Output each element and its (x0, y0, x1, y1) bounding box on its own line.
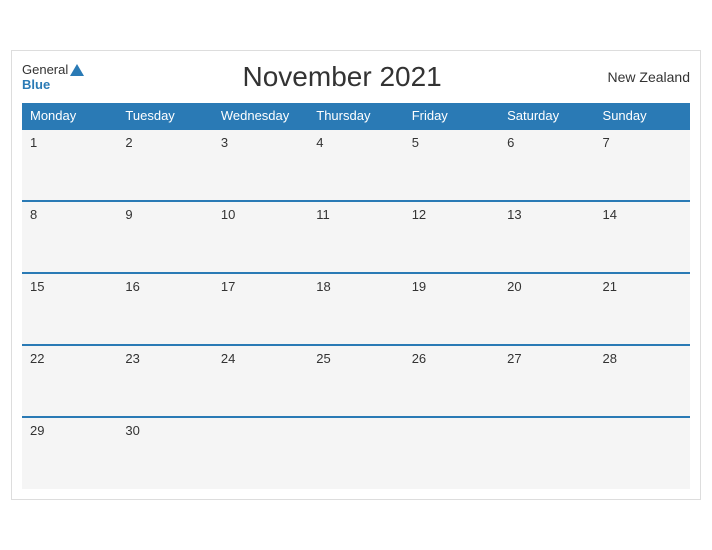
calendar-cell: 21 (595, 273, 690, 345)
date-number: 21 (603, 279, 617, 294)
calendar-cell (308, 417, 403, 489)
date-number: 25 (316, 351, 330, 366)
date-number: 23 (125, 351, 139, 366)
day-headers-row: MondayTuesdayWednesdayThursdayFridaySatu… (22, 103, 690, 129)
calendar-cell: 2 (117, 129, 212, 201)
calendar-cell: 27 (499, 345, 594, 417)
calendar-cell: 3 (213, 129, 308, 201)
date-number: 12 (412, 207, 426, 222)
logo-blue-text: Blue (22, 77, 50, 92)
calendar-title: November 2021 (84, 61, 600, 93)
date-number: 11 (316, 207, 330, 222)
week-row-5: 29 30 (22, 417, 690, 489)
date-number: 16 (125, 279, 139, 294)
day-header-wednesday: Wednesday (213, 103, 308, 129)
calendar-cell: 10 (213, 201, 308, 273)
week-row-2: 8 9 10 11 12 13 14 (22, 201, 690, 273)
date-number: 1 (30, 135, 37, 150)
day-header-sunday: Sunday (595, 103, 690, 129)
calendar-cell: 4 (308, 129, 403, 201)
calendar-cell: 20 (499, 273, 594, 345)
calendar-cell: 7 (595, 129, 690, 201)
calendar-cell: 22 (22, 345, 117, 417)
date-number: 22 (30, 351, 44, 366)
week-row-4: 22 23 24 25 26 27 28 (22, 345, 690, 417)
calendar-container: General Blue November 2021 New Zealand M… (11, 50, 701, 500)
calendar-cell: 29 (22, 417, 117, 489)
calendar-cell: 30 (117, 417, 212, 489)
calendar-cell: 19 (404, 273, 499, 345)
date-number: 19 (412, 279, 426, 294)
week-row-3: 15 16 17 18 19 20 21 (22, 273, 690, 345)
calendar-cell: 13 (499, 201, 594, 273)
calendar-cell (595, 417, 690, 489)
calendar-cell: 11 (308, 201, 403, 273)
calendar-cell: 25 (308, 345, 403, 417)
date-number: 30 (125, 423, 139, 438)
calendar-cell: 17 (213, 273, 308, 345)
calendar-header: General Blue November 2021 New Zealand (22, 61, 690, 93)
date-number: 8 (30, 207, 37, 222)
calendar-cell: 28 (595, 345, 690, 417)
date-number: 4 (316, 135, 323, 150)
calendar-cell (499, 417, 594, 489)
calendar-cell: 9 (117, 201, 212, 273)
date-number: 17 (221, 279, 235, 294)
date-number: 5 (412, 135, 419, 150)
date-number: 24 (221, 351, 235, 366)
calendar-cell: 18 (308, 273, 403, 345)
logo-triangle-icon (70, 64, 84, 76)
date-number: 14 (603, 207, 617, 222)
date-number: 26 (412, 351, 426, 366)
date-number: 29 (30, 423, 44, 438)
day-header-thursday: Thursday (308, 103, 403, 129)
date-number: 27 (507, 351, 521, 366)
date-number: 15 (30, 279, 44, 294)
logo: General Blue (22, 62, 84, 92)
calendar-cell: 15 (22, 273, 117, 345)
week-row-1: 1 2 3 4 5 6 7 (22, 129, 690, 201)
date-number: 28 (603, 351, 617, 366)
date-number: 6 (507, 135, 514, 150)
day-header-tuesday: Tuesday (117, 103, 212, 129)
day-header-saturday: Saturday (499, 103, 594, 129)
calendar-cell: 8 (22, 201, 117, 273)
calendar-cell: 26 (404, 345, 499, 417)
date-number: 9 (125, 207, 132, 222)
day-header-monday: Monday (22, 103, 117, 129)
calendar-cell: 14 (595, 201, 690, 273)
date-number: 3 (221, 135, 228, 150)
calendar-cell: 6 (499, 129, 594, 201)
logo-general-text: General (22, 62, 68, 77)
calendar-cell: 5 (404, 129, 499, 201)
calendar-cell: 1 (22, 129, 117, 201)
calendar-cell: 24 (213, 345, 308, 417)
day-header-friday: Friday (404, 103, 499, 129)
calendar-cell: 12 (404, 201, 499, 273)
calendar-cell (404, 417, 499, 489)
date-number: 2 (125, 135, 132, 150)
calendar-cell (213, 417, 308, 489)
calendar-country: New Zealand (600, 69, 690, 85)
date-number: 13 (507, 207, 521, 222)
date-number: 10 (221, 207, 235, 222)
calendar-grid: MondayTuesdayWednesdayThursdayFridaySatu… (22, 103, 690, 489)
calendar-cell: 23 (117, 345, 212, 417)
date-number: 18 (316, 279, 330, 294)
calendar-cell: 16 (117, 273, 212, 345)
date-number: 20 (507, 279, 521, 294)
date-number: 7 (603, 135, 610, 150)
